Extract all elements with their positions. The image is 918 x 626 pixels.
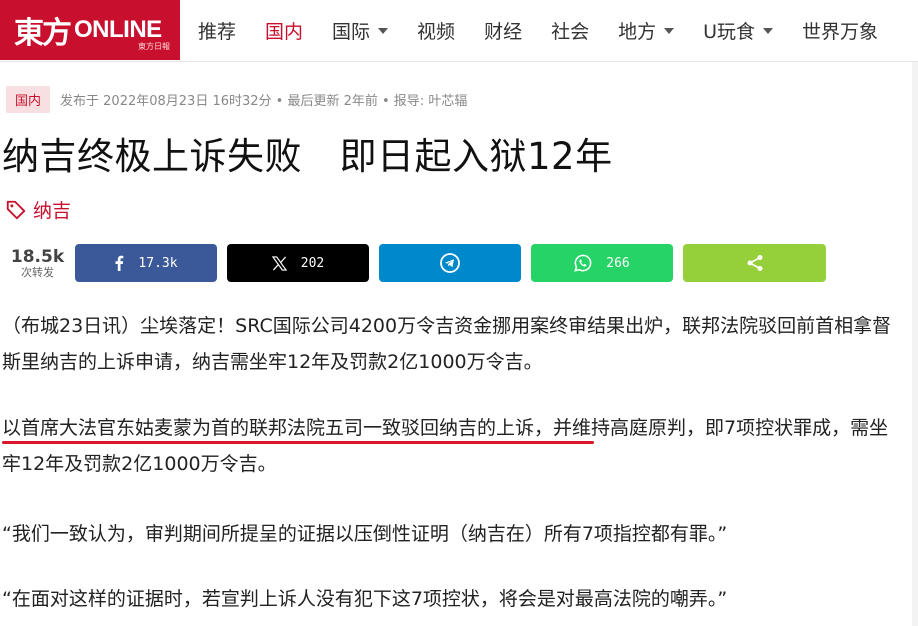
x-icon: [271, 255, 287, 271]
main-nav: 推荐 国内 国际 视频 财经 社会 地方 U玩食 世界万象: [198, 0, 907, 60]
page-scrollbar[interactable]: [912, 62, 918, 626]
nav-item-domestic[interactable]: 国内: [265, 17, 303, 44]
site-logo[interactable]: 東方 ONLINE 東方日報: [0, 0, 180, 60]
nav-label: U玩食: [703, 20, 756, 43]
nav-label: 视频: [417, 20, 456, 43]
tag-label: 纳吉: [33, 200, 72, 222]
highlight-underline: [2, 441, 594, 444]
nav-item-international[interactable]: 国际: [332, 17, 389, 44]
share-total-label: 次转发: [21, 265, 54, 279]
facebook-share-button[interactable]: 17.3k: [75, 244, 217, 282]
share-icon: [746, 254, 764, 272]
more-share-button[interactable]: [683, 244, 826, 282]
nav-label: 地方: [618, 20, 657, 43]
x-share-button[interactable]: 202: [227, 244, 369, 282]
share-total: 18.5k 次转发: [0, 248, 75, 279]
whatsapp-icon: [574, 254, 592, 272]
chevron-down-icon: [664, 28, 675, 34]
nav-item-local[interactable]: 地方: [618, 17, 675, 44]
whatsapp-count: 266: [606, 255, 630, 271]
nav-label: 推荐: [198, 20, 237, 43]
logo-word: ONLINE: [74, 16, 162, 43]
article-paragraph: 以首席大法官东姑麦蒙为首的联邦法院五司一致驳回纳吉的上诉，并维持高庭原判，即7项…: [2, 417, 889, 475]
telegram-share-button[interactable]: [379, 244, 521, 282]
logo-mark: 東方: [14, 16, 72, 51]
chevron-down-icon: [378, 28, 389, 34]
chevron-down-icon: [763, 28, 774, 34]
whatsapp-share-button[interactable]: 266: [531, 244, 673, 282]
nav-item-food[interactable]: U玩食: [703, 17, 774, 44]
nav-item-finance[interactable]: 财经: [484, 17, 522, 44]
facebook-count: 17.3k: [138, 255, 178, 271]
article-paragraph: （布城23日讯）尘埃落定！SRC国际公司4200万令吉资金挪用案终审结果出炉，联…: [2, 315, 892, 373]
facebook-icon: [114, 255, 124, 271]
logo-sub: 東方日報: [138, 42, 170, 51]
article-paragraph: “我们一致认为，审判期间所提呈的证据以压倒性证明（纳吉在）所有7项指控都有罪。”: [2, 523, 728, 545]
article-title: 纳吉终极上诉失败 即日起入狱12年: [2, 135, 613, 178]
publish-info: 发布于 2022年08月23日 16时32分 • 最后更新 2年前 • 报导: …: [60, 93, 468, 109]
nav-label: 世界万象: [802, 20, 879, 43]
telegram-icon: [440, 253, 460, 273]
nav-item-recommend[interactable]: 推荐: [198, 17, 236, 44]
nav-label: 国际: [332, 20, 371, 43]
share-total-number: 18.5k: [10, 246, 65, 267]
article-tag[interactable]: 纳吉: [5, 196, 71, 223]
share-bar: 18.5k 次转发 17.3k 202 266: [0, 244, 826, 282]
article-paragraph: “在面对这样的证据时，若宣判上诉人没有犯下这7项控状，将会是对最高法院的嘲弄。”: [2, 588, 728, 610]
nav-item-society[interactable]: 社会: [551, 17, 589, 44]
tag-icon: [6, 200, 26, 219]
nav-item-world[interactable]: 世界万象: [802, 17, 878, 44]
nav-item-video[interactable]: 视频: [417, 17, 455, 44]
nav-label: 国内: [265, 20, 304, 43]
nav-label: 财经: [484, 20, 523, 43]
article-meta: 国内 发布于 2022年08月23日 16时32分 • 最后更新 2年前 • 报…: [6, 85, 468, 113]
category-badge[interactable]: 国内: [6, 85, 51, 113]
x-count: 202: [300, 255, 325, 271]
nav-label: 社会: [551, 20, 590, 43]
top-navbar: 東方 ONLINE 東方日報 推荐 国内 国际 视频 财经 社会 地方 U玩食 …: [0, 0, 918, 62]
